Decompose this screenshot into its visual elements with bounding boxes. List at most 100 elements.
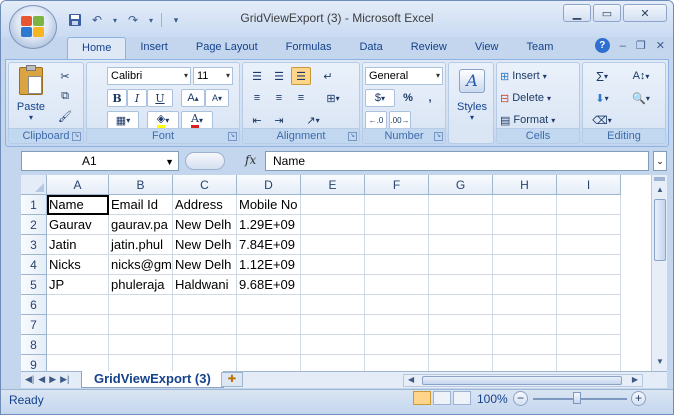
- table-cell[interactable]: nicks@gm: [109, 255, 173, 275]
- table-cell[interactable]: [429, 315, 493, 335]
- table-cell[interactable]: [365, 255, 429, 275]
- scroll-right-icon[interactable]: ▶: [632, 375, 638, 384]
- sheet-tab[interactable]: GridViewExport (3): [81, 371, 224, 388]
- vertical-scroll-thumb[interactable]: [654, 199, 666, 261]
- formula-input[interactable]: Name: [265, 151, 649, 171]
- font-name-dropdown[interactable]: Calibri ▾: [107, 67, 191, 85]
- table-cell[interactable]: [365, 355, 429, 371]
- fill-icon[interactable]: ⬇ ▾: [587, 89, 617, 107]
- table-cell[interactable]: New Delh: [173, 255, 237, 275]
- vertical-scrollbar[interactable]: ▲ ▼: [651, 175, 667, 371]
- table-cell[interactable]: [429, 255, 493, 275]
- table-cell[interactable]: [429, 215, 493, 235]
- table-cell[interactable]: [365, 215, 429, 235]
- table-cell[interactable]: Gaurav: [47, 215, 109, 235]
- shrink-font-icon[interactable]: A ▾: [205, 89, 229, 107]
- find-select-icon[interactable]: 🔍 ▾: [623, 89, 659, 107]
- table-cell[interactable]: [557, 255, 621, 275]
- table-cell[interactable]: [557, 195, 621, 215]
- row-header[interactable]: 5: [21, 275, 47, 295]
- table-cell[interactable]: [301, 255, 365, 275]
- zoom-level[interactable]: 100%: [477, 392, 508, 406]
- row-header[interactable]: 1: [21, 195, 47, 215]
- table-cell[interactable]: [109, 355, 173, 371]
- table-cell[interactable]: [301, 235, 365, 255]
- table-cell[interactable]: [109, 315, 173, 335]
- close-icon[interactable]: ✕: [623, 4, 667, 22]
- borders-icon[interactable]: ▦ ▾: [107, 111, 139, 129]
- table-cell[interactable]: [429, 195, 493, 215]
- table-cell[interactable]: Haldwani: [173, 275, 237, 295]
- maximize-icon[interactable]: ▭: [593, 4, 621, 22]
- table-cell[interactable]: New Delh: [173, 235, 237, 255]
- table-cell[interactable]: [429, 275, 493, 295]
- table-cell[interactable]: [237, 355, 301, 371]
- clipboard-launcher-icon[interactable]: ↘: [72, 132, 81, 141]
- table-cell[interactable]: [301, 215, 365, 235]
- insert-sheet-icon[interactable]: ✚: [221, 372, 243, 387]
- row-header[interactable]: 2: [21, 215, 47, 235]
- table-cell[interactable]: [557, 335, 621, 355]
- align-middle-icon[interactable]: ☰: [269, 67, 289, 85]
- merge-center-icon[interactable]: ⊞ ▾: [317, 89, 349, 107]
- last-sheet-icon[interactable]: ▶|: [60, 374, 69, 385]
- column-header[interactable]: E: [301, 175, 365, 195]
- table-cell[interactable]: [173, 295, 237, 315]
- insert-function-button[interactable]: fx: [245, 153, 256, 167]
- tab-review[interactable]: Review: [397, 37, 461, 59]
- table-cell[interactable]: 1.29E+09: [237, 215, 301, 235]
- horizontal-scroll-thumb[interactable]: [422, 376, 622, 385]
- table-cell[interactable]: [557, 315, 621, 335]
- column-header[interactable]: A: [47, 175, 109, 195]
- table-cell[interactable]: [557, 355, 621, 371]
- paste-button[interactable]: Paste ▾: [13, 65, 49, 125]
- clear-icon[interactable]: ⌫ ▾: [587, 111, 617, 129]
- italic-button[interactable]: I: [127, 89, 147, 107]
- zoom-out-icon[interactable]: −: [513, 391, 528, 406]
- table-cell[interactable]: [301, 355, 365, 371]
- split-handle[interactable]: [654, 177, 665, 181]
- align-right-icon[interactable]: ≡: [291, 89, 311, 107]
- table-cell[interactable]: [365, 235, 429, 255]
- table-cell[interactable]: jatin.phul: [109, 235, 173, 255]
- row-header[interactable]: 6: [21, 295, 47, 315]
- align-top-icon[interactable]: ☰: [247, 67, 267, 85]
- table-cell[interactable]: [493, 235, 557, 255]
- row-header[interactable]: 7: [21, 315, 47, 335]
- decrease-indent-icon[interactable]: ⇤: [247, 111, 267, 129]
- workbook-restore-icon[interactable]: ❐: [636, 39, 646, 52]
- name-box[interactable]: A1 ▼: [21, 151, 179, 171]
- table-cell[interactable]: [557, 275, 621, 295]
- table-cell[interactable]: [301, 275, 365, 295]
- table-cell[interactable]: [365, 195, 429, 215]
- table-cell[interactable]: [47, 335, 109, 355]
- decrease-decimal-icon[interactable]: .00→: [389, 111, 411, 129]
- table-cell[interactable]: phuleraja: [109, 275, 173, 295]
- table-cell[interactable]: 7.84E+09: [237, 235, 301, 255]
- font-size-dropdown[interactable]: 11 ▾: [193, 67, 233, 85]
- table-cell[interactable]: [301, 335, 365, 355]
- workbook-close-icon[interactable]: ✕: [656, 39, 665, 52]
- table-cell[interactable]: [429, 355, 493, 371]
- workbook-minimize-icon[interactable]: –: [620, 40, 626, 52]
- table-cell[interactable]: [365, 275, 429, 295]
- format-painter-icon[interactable]: 🖌: [55, 107, 75, 125]
- table-cell[interactable]: [173, 355, 237, 371]
- table-cell[interactable]: [365, 315, 429, 335]
- zoom-in-icon[interactable]: +: [631, 391, 646, 406]
- tab-home[interactable]: Home: [67, 37, 127, 59]
- row-header[interactable]: 9: [21, 355, 47, 371]
- prev-sheet-icon[interactable]: ◀: [38, 374, 45, 385]
- table-cell[interactable]: [429, 295, 493, 315]
- cut-icon[interactable]: ✂: [55, 67, 75, 85]
- grow-font-icon[interactable]: A ▴: [181, 89, 205, 107]
- page-layout-view-icon[interactable]: [433, 391, 451, 405]
- table-cell[interactable]: [493, 215, 557, 235]
- expand-formula-bar-icon[interactable]: ⌄: [653, 151, 667, 171]
- table-cell[interactable]: [493, 355, 557, 371]
- increase-decimal-icon[interactable]: ←.0: [365, 111, 387, 129]
- table-cell[interactable]: [493, 255, 557, 275]
- table-cell[interactable]: [237, 315, 301, 335]
- tab-team[interactable]: Team: [512, 37, 567, 59]
- copy-icon[interactable]: ⧉: [55, 87, 75, 105]
